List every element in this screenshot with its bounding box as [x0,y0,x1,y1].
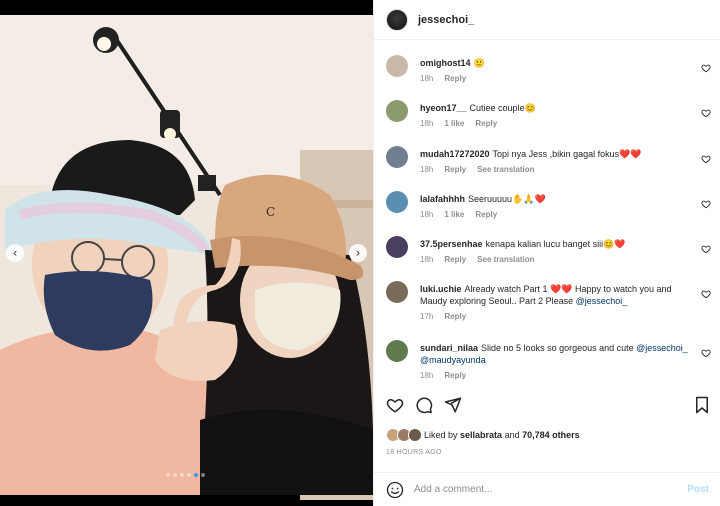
post-timestamp: 18 HOURS AGO [386,449,442,456]
comment-time: 18h [420,210,434,219]
post-comment-button[interactable]: Post [687,484,709,495]
commenter-avatar[interactable] [386,100,408,122]
commenter-username[interactable]: sundari_nilaa [420,343,478,353]
commenter-username[interactable]: lalafahhhh [420,194,465,204]
comment-icon[interactable] [415,396,433,414]
carousel-dot [180,473,184,477]
see-translation-button[interactable]: See translation [477,255,534,264]
reply-button[interactable]: Reply [444,255,466,264]
post-actions [386,396,462,414]
reply-button[interactable]: Reply [444,371,466,380]
commenter-avatar[interactable] [386,236,408,258]
comment-mention[interactable]: @jessechoi_ [576,296,628,306]
author-username[interactable]: jessechoi_ [418,14,474,26]
carousel-dot [166,473,170,477]
carousel-prev-button[interactable]: ‹ [6,244,24,262]
svg-text:C: C [266,205,275,219]
reply-button[interactable]: Reply [444,74,466,83]
comment-like-count[interactable]: 1 like [444,119,464,128]
comment-time: 18h [420,255,434,264]
add-comment-bar: Post [374,472,720,506]
reply-button[interactable]: Reply [475,119,497,128]
heart-icon[interactable] [386,396,404,414]
carousel-dot [201,473,205,477]
see-translation-button[interactable]: See translation [477,165,534,174]
comments-list: omighost14 🙂 18h Reply hyeon17__ Cutiee co… [374,41,720,386]
reply-button[interactable]: Reply [475,210,497,219]
like-comment-heart-icon[interactable] [701,63,711,73]
commenter-avatar[interactable] [386,281,408,303]
carousel-next-button[interactable]: › [349,244,367,262]
commenter-username[interactable]: luki.uchie [420,284,462,294]
like-comment-heart-icon[interactable] [701,244,711,254]
post-header: jessechoi_ [374,0,720,40]
commenter-username[interactable]: omighost14 [420,58,471,68]
commenter-avatar[interactable] [386,55,408,77]
post-photo[interactable]: C ‹ › [0,0,373,506]
like-comment-heart-icon[interactable] [701,199,711,209]
share-icon[interactable] [444,396,462,414]
post-side-panel: jessechoi_ omighost14🙂 18h Reply hyeon1 [373,0,720,506]
likes-prefix: Liked by [424,430,461,440]
post-image: C [0,0,373,506]
comment-like-count[interactable]: 1 like [444,210,464,219]
comment-text: Topi nya Jess ,bikin gagal fokus❤️❤️ [492,149,642,159]
likes-count[interactable]: 70,784 others [522,430,580,440]
commenter-avatar[interactable] [386,146,408,168]
like-comment-heart-icon[interactable] [701,108,711,118]
comment-text: kenapa kalian lucu banget siii😊❤️ [485,239,626,249]
bookmark-icon[interactable] [694,396,710,414]
commenter-avatar[interactable] [386,191,408,213]
carousel-indicator [166,473,205,477]
like-comment-heart-icon[interactable] [701,289,711,299]
emoji-icon[interactable] [386,481,404,499]
likes-summary: Liked by sellabrata and 70,784 others [386,428,580,442]
comment-time: 18h [420,165,434,174]
liker-avatars [386,428,424,442]
like-comment-heart-icon[interactable] [701,348,711,358]
comment-text: Seeruuuuu✋🙏❤️ [468,194,546,204]
reply-button[interactable]: Reply [444,165,466,174]
commenter-username[interactable]: mudah17272020 [420,149,490,159]
chevron-right-icon: › [355,246,361,260]
reply-button[interactable]: Reply [444,312,466,321]
comment-text: Slide no 5 looks so gorgeous and cute [481,343,637,353]
likes-conjunction: and [502,430,523,440]
comment-text: 🙂 [473,58,485,68]
carousel-dot [187,473,191,477]
comment-text: Cutiee couple😊 [469,103,536,113]
carousel-dot-active [194,473,198,477]
commenter-username[interactable]: 37.5persenhae [420,239,483,249]
instagram-post-modal: C ‹ › jessechoi_ omighost14 🙂 18h Reply … [0,0,720,506]
comment-input[interactable] [414,484,674,495]
comment-time: 18h [420,371,434,380]
comment-time: 18h [420,74,434,83]
likes-text: Liked by sellabrata and 70,784 others [424,430,580,440]
carousel-dot [173,473,177,477]
author-avatar[interactable] [386,8,408,31]
liker-username[interactable]: sellabrata [460,430,502,440]
like-comment-heart-icon[interactable] [701,154,711,164]
comment-time: 17h [420,312,434,321]
commenter-avatar[interactable] [386,340,408,362]
comment-time: 18h [420,119,434,128]
commenter-username[interactable]: hyeon17__ [420,103,467,113]
liker-avatar [408,428,422,442]
chevron-left-icon: ‹ [12,246,18,260]
